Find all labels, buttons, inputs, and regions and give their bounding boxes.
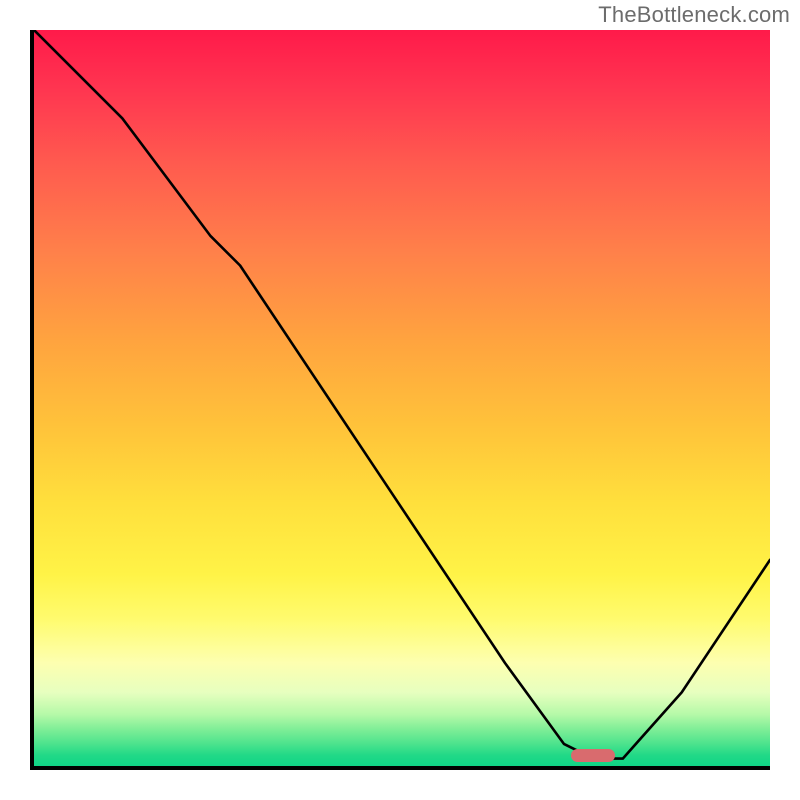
plot-area	[30, 30, 770, 770]
optimum-marker	[571, 749, 615, 762]
line-curve	[34, 30, 770, 766]
chart-container: TheBottleneck.com	[0, 0, 800, 800]
watermark-text: TheBottleneck.com	[598, 2, 790, 28]
